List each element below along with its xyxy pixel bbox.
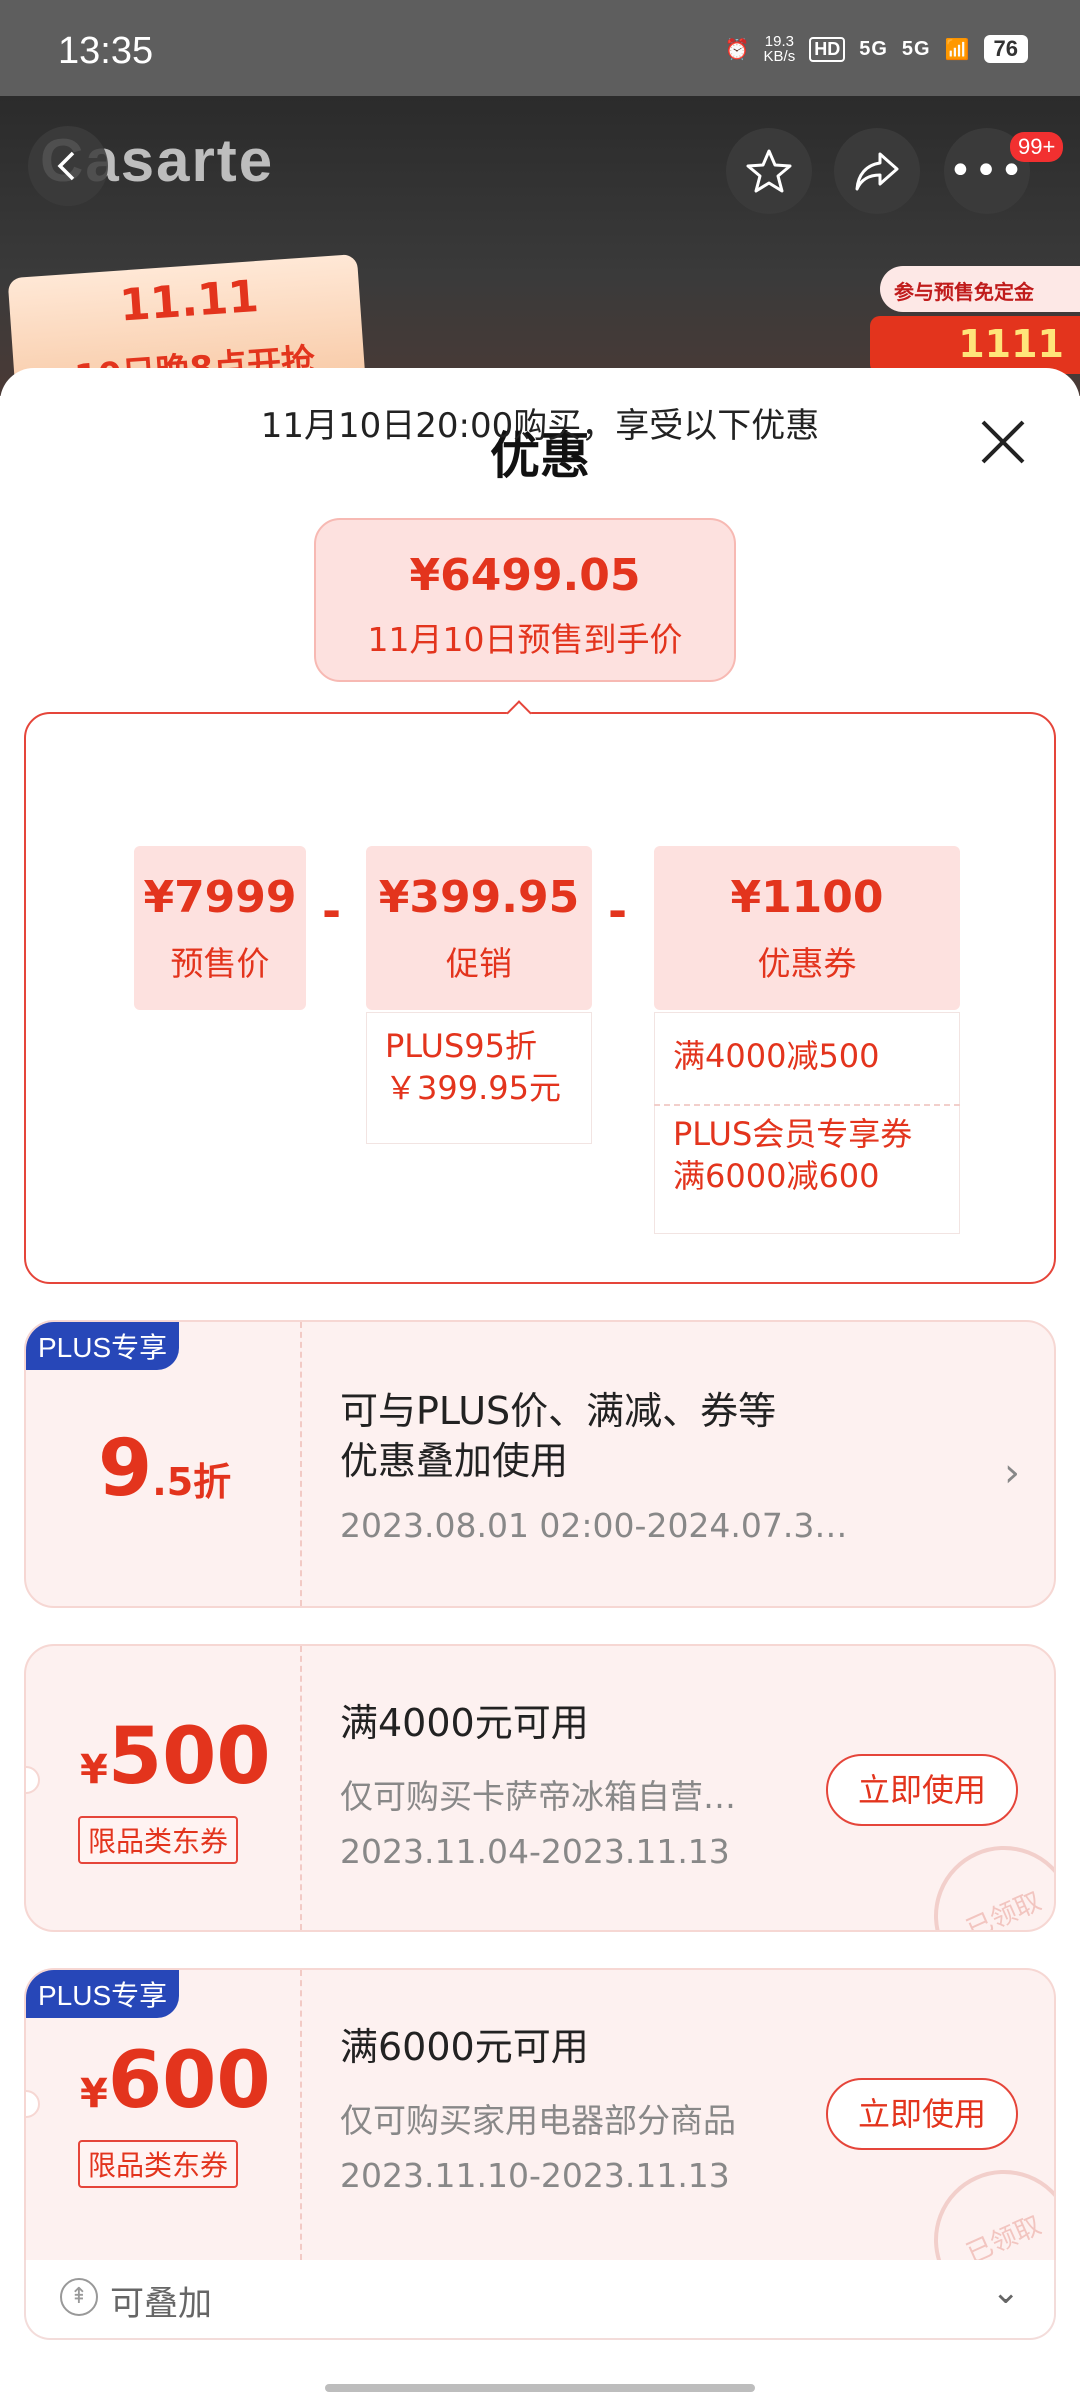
- share-button[interactable]: [834, 128, 920, 214]
- chevron-left-icon: [57, 151, 75, 181]
- notification-badge: 99+: [1010, 132, 1064, 162]
- plus-desc-line1: 可与PLUS价、满减、券等: [340, 1389, 777, 1433]
- stack-icon: ⇞: [60, 2278, 98, 2316]
- claimed-stamp-600: 已领取: [911, 2147, 1054, 2260]
- final-price: ¥6499.05: [409, 550, 641, 601]
- favorite-button[interactable]: [726, 128, 812, 214]
- coupon-title-600: 满6000元可用: [340, 2025, 589, 2069]
- alarm-icon: ⏰: [724, 38, 750, 61]
- chevron-right-icon[interactable]: ›: [1004, 1450, 1020, 1496]
- back-button[interactable]: [28, 126, 108, 206]
- minus-sign-2: -: [608, 884, 628, 938]
- final-price-box: ¥6499.05 11月10日预售到手价: [314, 518, 736, 682]
- signal-5g-icon: 5G: [859, 37, 888, 60]
- use-now-button-600[interactable]: 立即使用: [826, 2078, 1018, 2150]
- claimed-stamp: 已领取: [911, 1823, 1054, 1930]
- plus-tag: PLUS专享: [26, 1322, 180, 1370]
- coupon-cell: ¥1100 优惠券: [654, 846, 960, 1010]
- stackable-label: 可叠加: [110, 2284, 212, 2324]
- discount-rate: 9.5折: [98, 1424, 232, 1514]
- promotion-cell: ¥399.95 促销: [366, 846, 592, 1010]
- signal-5g-icon-2: 5G: [901, 37, 931, 60]
- chevron-down-icon[interactable]: ⌄: [992, 2272, 1021, 2312]
- hd-icon: HD: [809, 36, 846, 62]
- status-icons: ⏰ 19.3 KB/s HD 5G 5G 📶 76: [725, 34, 1028, 64]
- coupon-card-500: ¥500 限品类东券 满4000元可用 仅可购买卡萨帝冰箱自营… 2023.11…: [24, 1644, 1056, 1932]
- status-time: 13:35: [58, 30, 154, 72]
- coupon-detail-divider: [654, 1104, 960, 1106]
- share-icon: [855, 152, 899, 191]
- use-now-button-500[interactable]: 立即使用: [826, 1754, 1018, 1826]
- presale-price-cell: ¥7999 预售价: [134, 846, 306, 1010]
- net-speed: 19.3 KB/s: [763, 33, 796, 65]
- coupon-card-600: PLUS专享 ¥600 限品类东券 满6000元可用 仅可购买家用电器部分商品 …: [24, 1968, 1056, 2260]
- plus-tag-600: PLUS专享: [26, 1970, 180, 2018]
- coupon-amount-500: ¥500: [80, 1712, 271, 1802]
- promotion-detail: PLUS95折 ￥399.95元: [366, 1012, 592, 1144]
- coupon-desc-500: 仅可购买卡萨帝冰箱自营…: [340, 1777, 736, 1816]
- coupon-period-500: 2023.11.04-2023.11.13: [340, 1832, 730, 1871]
- coupon-desc-600: 仅可购买家用电器部分商品: [340, 2101, 736, 2140]
- minus-sign: -: [322, 884, 342, 938]
- star-icon: [746, 149, 792, 193]
- coupon-period-600: 2023.11.10-2023.11.13: [340, 2156, 730, 2195]
- limit-tag: 限品类东券: [78, 1816, 239, 1864]
- coupon-amount-600: ¥600: [80, 2036, 271, 2126]
- home-indicator[interactable]: [325, 2384, 755, 2392]
- final-price-desc: 11月10日预售到手价: [367, 620, 683, 659]
- presale-tag: 参与预售免定金: [880, 266, 1080, 312]
- limit-tag-600: 限品类东券: [78, 2140, 239, 2188]
- plus-discount-card[interactable]: PLUS专享 9.5折 可与PLUS价、满减、券等 优惠叠加使用 2023.08…: [24, 1320, 1056, 1608]
- plus-period: 2023.08.01 02:00-2024.07.3…: [340, 1506, 848, 1545]
- coupon-title-500: 满4000元可用: [340, 1701, 589, 1745]
- battery-indicator: 76: [983, 35, 1028, 63]
- status-bar: 13:35 ⏰ 19.3 KB/s HD 5G 5G 📶 76: [0, 0, 1080, 96]
- stackable-row[interactable]: ⇞ 可叠加 ⌄: [24, 2260, 1056, 2340]
- calc-heading: 11月10日20:00购买，享受以下优惠: [260, 406, 820, 446]
- plus-desc-line2: 优惠叠加使用: [340, 1439, 569, 1483]
- product-header-background: Casarte 11.11 10日晚8点开抢 参与预售免定金 1111: [0, 96, 1080, 396]
- coupon-detail: 满4000减500 PLUS会员专享券 满6000减600: [654, 1012, 960, 1234]
- wifi-icon: 📶: [944, 38, 970, 61]
- promo-1111-tag: 1111: [870, 316, 1080, 374]
